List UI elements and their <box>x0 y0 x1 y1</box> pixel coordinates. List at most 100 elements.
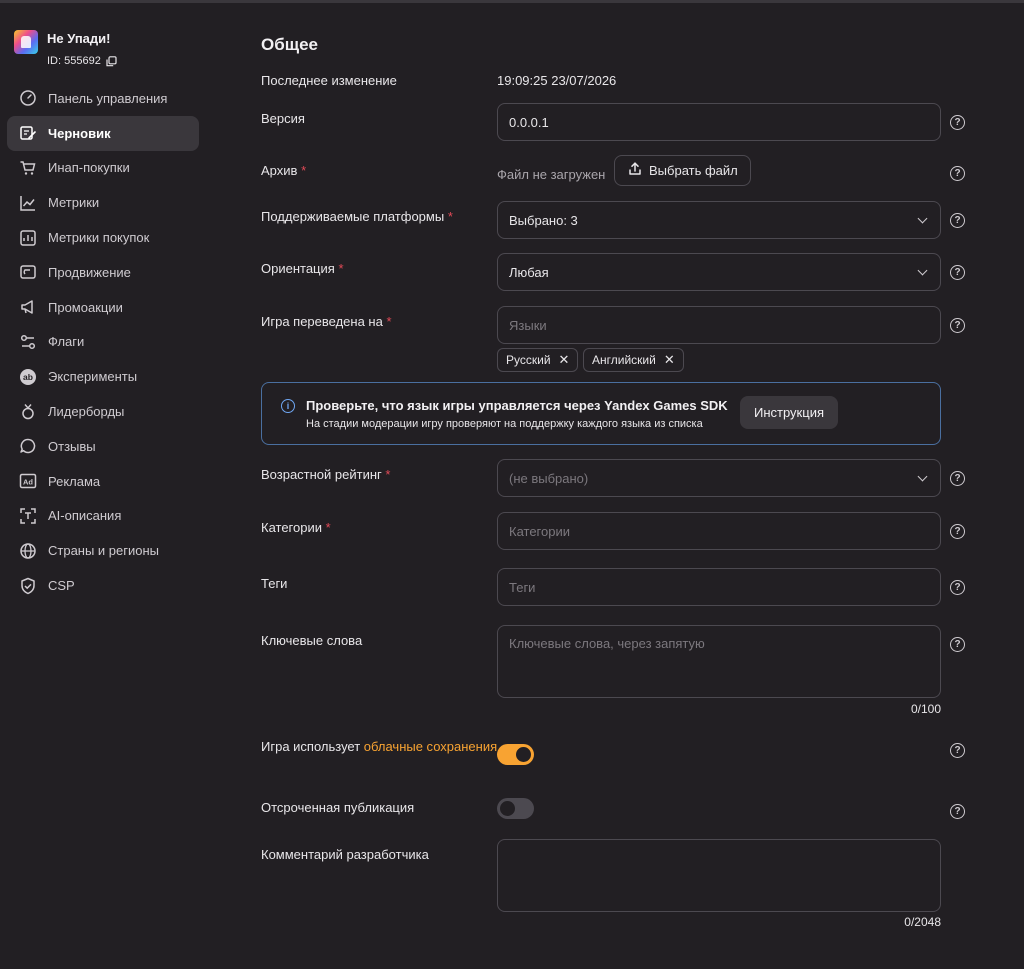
keywords-label: Ключевые слова <box>261 633 363 648</box>
sidebar: Не Упади! ID: 555692 Панель управления Ч… <box>0 0 215 969</box>
info-icon: i <box>281 399 295 413</box>
version-value: 0.0.0.1 <box>509 114 549 130</box>
sidebar-item-label: Метрики <box>48 195 100 211</box>
sidebar-item-label: Реклама <box>48 473 101 489</box>
sidebar-item-label: Отзывы <box>48 438 96 454</box>
sidebar-item-promo-actions[interactable]: Промоакции <box>7 290 199 325</box>
required-mark: * <box>385 467 391 482</box>
orientation-label: Ориентация * <box>261 261 344 276</box>
age-rating-label-text: Возрастной рейтинг <box>261 467 382 482</box>
instruction-button[interactable]: Инструкция <box>740 396 838 429</box>
sidebar-item-metrics[interactable]: Метрики <box>7 185 199 220</box>
help-icon[interactable]: ? <box>950 524 965 539</box>
required-mark: * <box>338 261 344 276</box>
last-modified-value: 19:09:25 23/07/2026 <box>497 73 617 88</box>
cloud-saves-label: Игра использует облачные сохранения <box>261 739 497 755</box>
version-input[interactable]: 0.0.0.1 <box>497 103 941 141</box>
toggle-knob <box>516 747 531 762</box>
chip-label: Английский <box>592 353 656 367</box>
edit-icon <box>19 124 37 142</box>
help-icon[interactable]: ? <box>950 166 965 181</box>
tags-input[interactable]: Теги <box>497 568 941 606</box>
sidebar-item-label: Инап-покупки <box>48 160 130 176</box>
language-chip-russian: Русский ✕ <box>497 348 579 372</box>
sidebar-item-csp[interactable]: CSP <box>7 568 199 603</box>
help-icon[interactable]: ? <box>950 637 965 652</box>
flags-icon <box>19 333 37 351</box>
sidebar-item-purchase-metrics[interactable]: Метрики покупок <box>7 220 199 255</box>
sidebar-item-label: CSP <box>48 578 75 594</box>
version-label: Версия <box>261 111 305 126</box>
promotion-icon <box>19 263 37 281</box>
required-mark: * <box>386 314 392 329</box>
file-status: Файл не загружен <box>497 167 606 182</box>
help-icon[interactable]: ? <box>950 318 965 333</box>
remove-icon[interactable]: ✕ <box>559 352 570 368</box>
orientation-select[interactable]: Любая <box>497 253 941 291</box>
archive-label-text: Архив <box>261 163 298 178</box>
orientation-value: Любая <box>509 264 549 280</box>
sidebar-item-experiments[interactable]: ab Эксперименты <box>7 359 199 394</box>
main-content: Общее Последнее изменение 19:09:25 23/07… <box>261 0 1001 969</box>
ab-icon: ab <box>19 368 37 386</box>
copy-icon[interactable] <box>106 55 117 67</box>
ai-icon <box>19 507 37 525</box>
sidebar-item-label: Промоакции <box>48 299 123 315</box>
platforms-label: Поддерживаемые платформы * <box>261 209 453 224</box>
sidebar-item-promotion[interactable]: Продвижение <box>7 255 199 290</box>
choose-file-button[interactable]: Выбрать файл <box>614 155 751 186</box>
keywords-textarea[interactable]: Ключевые слова, через запятую <box>497 625 941 698</box>
sidebar-item-ads[interactable]: Ad Реклама <box>7 464 199 499</box>
sidebar-item-reviews[interactable]: Отзывы <box>7 429 199 464</box>
sidebar-item-flags[interactable]: Флаги <box>7 325 199 360</box>
cloud-saves-toggle[interactable] <box>497 744 534 765</box>
help-icon[interactable]: ? <box>950 804 965 819</box>
sidebar-item-label: AI-описания <box>48 508 122 524</box>
dev-comment-textarea[interactable] <box>497 839 941 912</box>
remove-icon[interactable]: ✕ <box>664 352 675 368</box>
categories-label: Категории * <box>261 520 331 535</box>
purchase-metrics-icon <box>19 229 37 247</box>
help-icon[interactable]: ? <box>950 115 965 130</box>
keywords-placeholder: Ключевые слова, через запятую <box>509 636 705 651</box>
categories-label-text: Категории <box>261 520 322 535</box>
languages-label-text: Игра переведена на <box>261 314 383 329</box>
languages-label: Игра переведена на * <box>261 314 392 329</box>
sidebar-item-countries[interactable]: Страны и регионы <box>7 533 199 568</box>
sidebar-item-leaderboards[interactable]: Лидерборды <box>7 394 199 429</box>
languages-input[interactable]: Языки <box>497 306 941 344</box>
help-icon[interactable]: ? <box>950 743 965 758</box>
help-icon[interactable]: ? <box>950 265 965 280</box>
sidebar-nav: Панель управления Черновик Инап-покупки … <box>7 81 199 603</box>
megaphone-icon <box>19 298 37 316</box>
deferred-publication-toggle[interactable] <box>497 798 534 819</box>
platforms-value: Выбрано: 3 <box>509 212 578 228</box>
age-rating-select[interactable]: (не выбрано) <box>497 459 941 497</box>
categories-placeholder: Категории <box>509 523 570 539</box>
svg-text:ab: ab <box>23 372 33 382</box>
sidebar-item-dashboard[interactable]: Панель управления <box>7 81 199 116</box>
help-icon[interactable]: ? <box>950 213 965 228</box>
required-mark: * <box>447 209 453 224</box>
dev-comment-counter: 0/2048 <box>904 915 941 929</box>
categories-input[interactable]: Категории <box>497 512 941 550</box>
sidebar-item-ai-descriptions[interactable]: AI-описания <box>7 499 199 534</box>
archive-label: Архив * <box>261 163 306 178</box>
section-title: Общее <box>261 35 318 54</box>
orientation-label-text: Ориентация <box>261 261 335 276</box>
sidebar-item-label: Страны и регионы <box>48 543 160 559</box>
app-logo <box>14 30 38 54</box>
cloud-saves-link[interactable]: облачные сохранения <box>364 739 497 754</box>
help-icon[interactable]: ? <box>950 580 965 595</box>
tags-placeholder: Теги <box>509 579 536 595</box>
sidebar-item-draft[interactable]: Черновик <box>7 115 199 151</box>
deferred-publication-label: Отсроченная публикация <box>261 800 415 815</box>
sidebar-item-inapp-purchases[interactable]: Инап-покупки <box>7 151 199 186</box>
help-icon[interactable]: ? <box>950 471 965 486</box>
platforms-select[interactable]: Выбрано: 3 <box>497 201 941 239</box>
sidebar-item-label: Лидерборды <box>48 404 125 420</box>
upload-icon <box>627 161 643 180</box>
keywords-counter: 0/100 <box>910 702 941 716</box>
sidebar-item-label: Черновик <box>48 125 111 141</box>
last-modified-label: Последнее изменение <box>261 73 397 88</box>
